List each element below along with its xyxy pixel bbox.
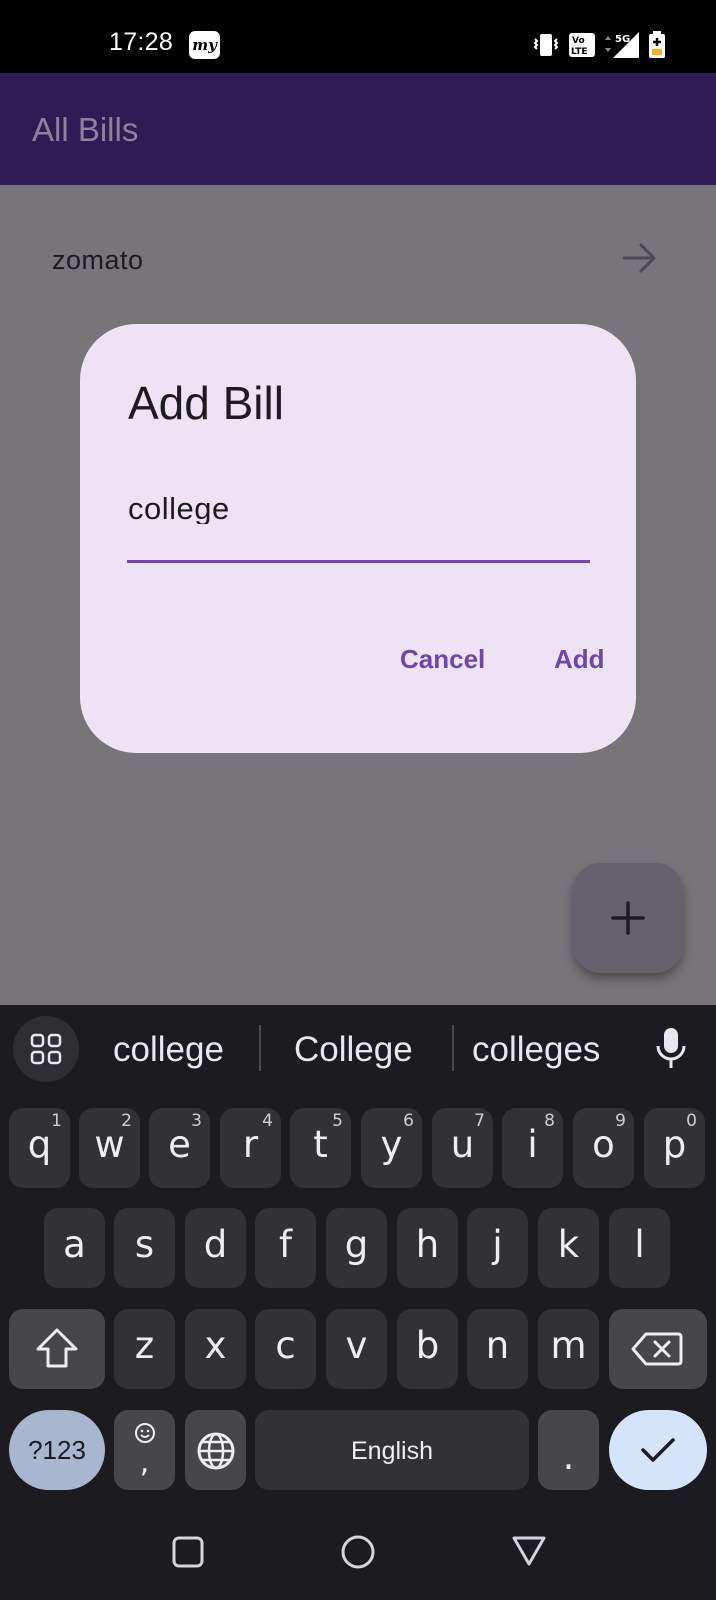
key-b[interactable]: b [397,1309,458,1389]
plus-icon [611,901,645,935]
key-y[interactable]: y6 [361,1108,422,1188]
backspace-icon [631,1332,683,1366]
key-m[interactable]: m [538,1309,599,1389]
key-j[interactable]: j [467,1208,528,1288]
app-bar: All Bills [0,73,716,185]
status-icons: Vo LTE 5G [532,30,666,60]
home-circle-icon[interactable] [340,1534,376,1570]
back-triangle-icon[interactable] [511,1534,547,1568]
add-bill-fab[interactable] [573,863,683,973]
vibrate-icon [533,34,559,56]
space-key[interactable]: English [255,1410,529,1490]
microphone-icon[interactable] [655,1027,687,1069]
symbols-key[interactable]: ?123 [9,1410,105,1490]
cancel-button[interactable]: Cancel [400,644,485,675]
page-title: All Bills [32,111,139,148]
key-o[interactable]: o9 [573,1108,634,1188]
enter-key[interactable] [609,1410,707,1490]
key-g[interactable]: g [326,1208,387,1288]
key-t[interactable]: t5 [290,1108,351,1188]
key-n[interactable]: n [467,1309,528,1389]
suggestion-divider [259,1025,261,1071]
list-item-label: zomato [52,245,144,275]
add-button[interactable]: Add [554,644,605,675]
key-x[interactable]: x [185,1309,246,1389]
key-e[interactable]: e3 [149,1108,210,1188]
backspace-key[interactable] [609,1309,707,1389]
suggestion-3[interactable]: colleges [472,1030,600,1070]
checkmark-icon [641,1438,675,1462]
shift-key[interactable] [9,1309,105,1389]
my-app-icon: my [189,31,220,59]
volte-icon: Vo LTE [569,33,595,57]
recents-square-icon[interactable] [172,1536,204,1568]
signal-5g-icon: 5G [605,32,639,58]
navigation-bar [0,1490,716,1600]
key-c[interactable]: c [255,1309,316,1389]
list-item[interactable]: zomato [0,185,716,297]
shift-icon [36,1328,78,1368]
key-f[interactable]: f [255,1208,316,1288]
key-k[interactable]: k [538,1208,599,1288]
keyboard-menu-button[interactable] [13,1016,79,1082]
arrow-right-icon [622,243,656,273]
svg-text:5G: 5G [615,34,630,45]
key-u[interactable]: u7 [432,1108,493,1188]
globe-icon [197,1432,235,1470]
key-a[interactable]: a [44,1208,105,1288]
status-time: 17:28 [109,28,174,56]
bill-name-input[interactable] [128,494,589,524]
key-q[interactable]: q1 [9,1108,70,1188]
dialog-title: Add Bill [128,377,284,429]
svg-text:Vo: Vo [572,36,585,46]
key-h[interactable]: h [397,1208,458,1288]
status-bar: 17:28 my Vo LTE 5G [0,0,716,73]
battery-charging-icon [649,31,665,58]
suggestion-2[interactable]: College [294,1030,413,1070]
suggestion-divider [452,1025,454,1071]
period-key[interactable]: . [538,1410,599,1490]
key-p[interactable]: p0 [644,1108,705,1188]
key-w[interactable]: w2 [79,1108,140,1188]
key-d[interactable]: d [185,1208,246,1288]
input-underline [127,560,590,563]
svg-text:LTE: LTE [571,47,588,57]
key-s[interactable]: s [114,1208,175,1288]
add-bill-dialog: Add Bill Cancel Add [80,324,636,753]
key-i[interactable]: i8 [502,1108,563,1188]
key-z[interactable]: z [114,1309,175,1389]
emoji-comma-key[interactable]: , [114,1410,175,1490]
key-l[interactable]: l [609,1208,670,1288]
suggestion-1[interactable]: college [113,1030,224,1070]
key-r[interactable]: r4 [220,1108,281,1188]
language-key[interactable] [185,1410,246,1490]
grid-icon [30,1033,62,1065]
key-v[interactable]: v [326,1309,387,1389]
